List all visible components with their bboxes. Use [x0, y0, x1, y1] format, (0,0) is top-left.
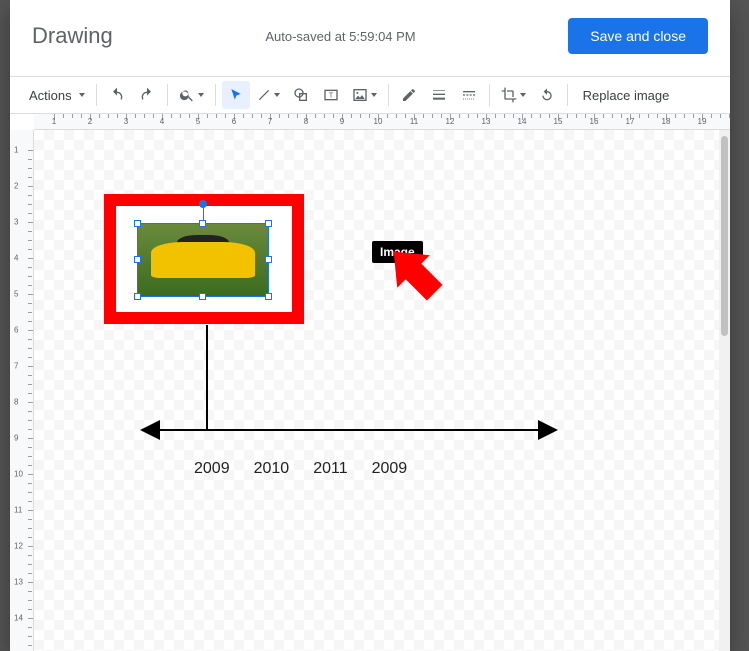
ruler-v-label: 2 [14, 182, 18, 191]
ruler-v-label: 14 [14, 614, 23, 623]
separator [96, 84, 97, 106]
separator [489, 84, 490, 106]
connector-line[interactable] [206, 325, 208, 430]
ruler-h-label: 5 [196, 117, 200, 126]
zoom-menu[interactable] [174, 81, 209, 109]
ruler-h-label: 2 [88, 117, 92, 126]
pencil-icon [401, 87, 417, 103]
year-label[interactable]: 2011 [313, 460, 347, 478]
ruler-v-label: 10 [14, 470, 23, 479]
work-area: 1234567891011121314 [10, 130, 730, 651]
ruler-v-label: 12 [14, 542, 23, 551]
image-icon [352, 87, 368, 103]
reset-image-button[interactable] [533, 81, 561, 109]
ruler-h-label: 17 [626, 117, 635, 126]
line-icon [257, 88, 271, 102]
ruler-h-label: 18 [662, 117, 671, 126]
ruler-v-label: 8 [14, 398, 18, 407]
shape-tool[interactable] [287, 81, 315, 109]
timeline-labels: 2009 2010 2011 2009 [194, 460, 407, 478]
reset-image-icon [539, 87, 555, 103]
textbox-icon: T [323, 87, 339, 103]
horizontal-ruler: 12345678910111213141516171819 [34, 114, 730, 130]
vertical-ruler: 1234567891011121314 [10, 130, 34, 651]
ruler-v-label: 11 [14, 506, 22, 515]
border-weight-button[interactable] [425, 81, 453, 109]
highlighted-frame [104, 194, 304, 324]
separator [567, 84, 568, 106]
ruler-h-label: 12 [446, 117, 455, 126]
car-graphic-body [151, 242, 255, 278]
ruler-h-label: 14 [518, 117, 527, 126]
ruler-h-label: 1 [52, 117, 56, 126]
border-color-button[interactable] [395, 81, 423, 109]
vertical-scrollbar[interactable] [719, 130, 730, 651]
redo-button[interactable] [133, 81, 161, 109]
ruler-h-label: 11 [410, 117, 418, 126]
image-tool[interactable] [347, 81, 382, 109]
ruler-h-label: 7 [268, 117, 272, 126]
ruler-v-label: 6 [14, 326, 18, 335]
resize-handle-tl[interactable] [134, 220, 141, 227]
toolbar: Actions T [10, 76, 730, 114]
ruler-v-label: 3 [14, 218, 18, 227]
ruler-h-label: 9 [340, 117, 344, 126]
ruler-h-label: 3 [124, 117, 128, 126]
ruler-v-label: 1 [14, 146, 18, 155]
redo-icon [139, 87, 155, 103]
cursor-icon [229, 88, 243, 102]
drawing-canvas[interactable]: 2009 2010 2011 2009 Image [34, 130, 730, 651]
ruler-v-label: 13 [14, 578, 23, 587]
year-label[interactable]: 2009 [372, 460, 408, 478]
year-label[interactable]: 2009 [194, 460, 230, 478]
actions-menu[interactable]: Actions [20, 81, 90, 109]
separator [388, 84, 389, 106]
shape-icon [293, 87, 309, 103]
year-label[interactable]: 2010 [254, 460, 290, 478]
line-weight-icon [431, 87, 447, 103]
ruler-h-label: 4 [160, 117, 164, 126]
replace-image-menu[interactable]: Replace image [574, 81, 679, 109]
ruler-h-label: 8 [304, 117, 308, 126]
resize-handle-tr[interactable] [265, 220, 272, 227]
ruler-h-label: 19 [698, 117, 707, 126]
ruler-v-label: 4 [14, 254, 18, 263]
line-tool[interactable] [252, 81, 285, 109]
undo-button[interactable] [103, 81, 131, 109]
border-dash-button[interactable] [455, 81, 483, 109]
resize-handle-mr[interactable] [265, 256, 272, 263]
ruler-v-label: 5 [14, 290, 18, 299]
dialog-header: Drawing Auto-saved at 5:59:04 PM Save an… [10, 0, 730, 76]
crop-icon [501, 87, 517, 103]
autosave-status: Auto-saved at 5:59:04 PM [113, 29, 569, 44]
ruler-h-label: 16 [590, 117, 599, 126]
line-dash-icon [461, 87, 477, 103]
undo-icon [109, 87, 125, 103]
ruler-v-label: 7 [14, 362, 18, 371]
save-and-close-button[interactable]: Save and close [568, 18, 708, 54]
ruler-v-label: 9 [14, 434, 18, 443]
dialog-title: Drawing [32, 23, 113, 49]
callout-arrow-icon [382, 240, 452, 310]
textbox-tool[interactable]: T [317, 81, 345, 109]
separator [167, 84, 168, 106]
resize-handle-tm[interactable] [199, 220, 206, 227]
select-tool[interactable] [222, 81, 250, 109]
resize-handle-br[interactable] [265, 293, 272, 300]
resize-handle-bm[interactable] [199, 293, 206, 300]
resize-handle-bl[interactable] [134, 293, 141, 300]
ruler-h-label: 10 [374, 117, 383, 126]
resize-handle-ml[interactable] [134, 256, 141, 263]
selected-image[interactable] [138, 224, 268, 296]
zoom-icon [179, 87, 195, 103]
scrollbar-thumb[interactable] [721, 136, 728, 336]
separator [215, 84, 216, 106]
drawing-dialog: Drawing Auto-saved at 5:59:04 PM Save an… [10, 0, 730, 651]
svg-text:T: T [328, 91, 333, 100]
ruler-h-label: 6 [232, 117, 236, 126]
timeline-arrow[interactable] [134, 418, 564, 442]
ruler-h-label: 15 [554, 117, 563, 126]
crop-button[interactable] [496, 81, 531, 109]
ruler-h-label: 13 [482, 117, 491, 126]
